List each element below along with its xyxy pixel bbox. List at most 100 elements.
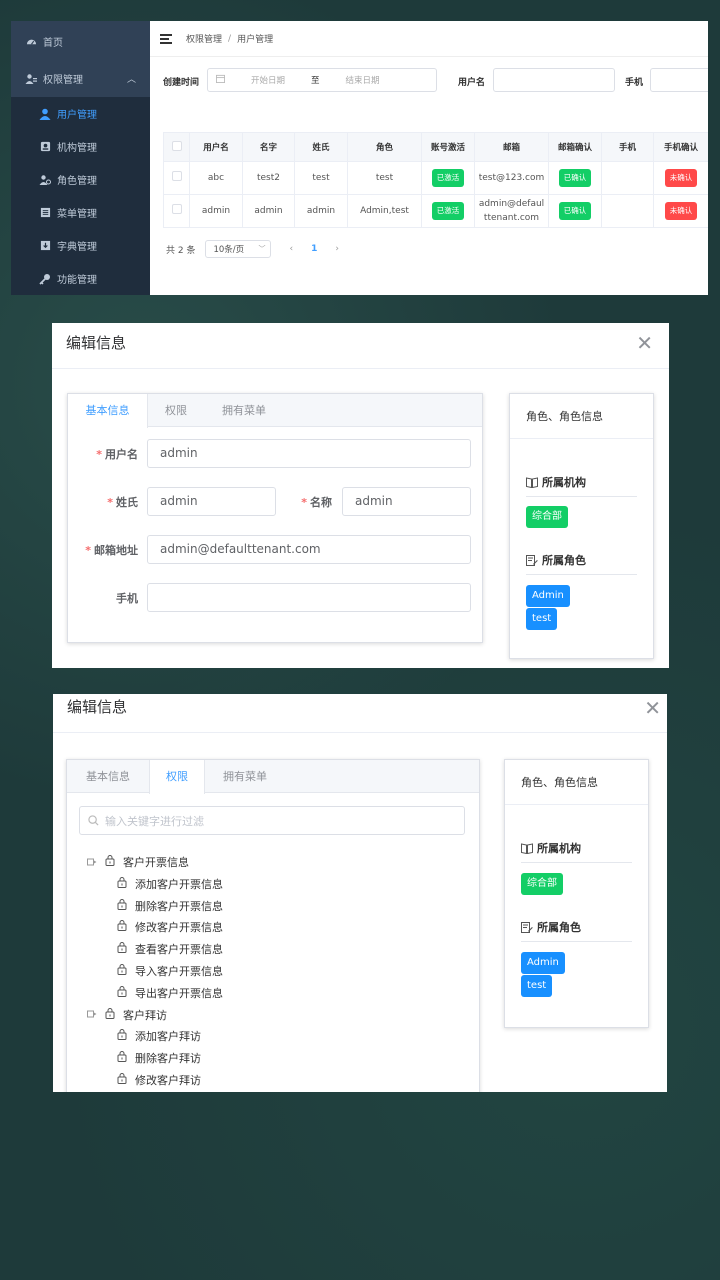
- chevron-up-icon: ︿: [126, 75, 136, 85]
- role-tag: Admin: [521, 952, 565, 974]
- role-section-header: 所属角色: [526, 552, 637, 575]
- column-header: 姓氏: [294, 132, 348, 162]
- email-line: ttenant.com: [483, 213, 540, 223]
- tree-leaf[interactable]: 修改客户拜访: [117, 1072, 201, 1088]
- breadcrumb-item[interactable]: 权限管理: [186, 32, 222, 45]
- org-icon: [39, 141, 51, 153]
- lock-icon: [105, 855, 119, 869]
- hamburger-icon[interactable]: [160, 33, 172, 44]
- select-all-checkbox[interactable]: [171, 140, 182, 151]
- dialog-title: 编辑信息: [66, 334, 127, 352]
- tab-basic-info[interactable]: 基本信息: [68, 394, 148, 428]
- users-icon: [25, 73, 37, 85]
- status-badge: 已确认: [558, 202, 592, 220]
- column-header: 用户名: [189, 132, 243, 162]
- org-section-header: 所属机构: [521, 840, 632, 863]
- tab-permission[interactable]: 权限: [148, 394, 204, 427]
- dialog-divider: [53, 732, 667, 733]
- expand-caret-icon[interactable]: [87, 856, 101, 869]
- cell-email: admin@defaul ttenant.com: [474, 194, 549, 228]
- cell-email-confirm: 已确认: [548, 194, 602, 228]
- sidebar-item-roles[interactable]: 角色管理: [11, 163, 150, 196]
- username-field[interactable]: admin: [147, 439, 471, 468]
- email-line: admin@defaul: [478, 199, 545, 209]
- tree-leaf[interactable]: 修改客户开票信息: [117, 919, 223, 935]
- edit-doc-icon: [526, 554, 538, 566]
- cell-active: 已激活: [421, 161, 475, 195]
- start-date-placeholder[interactable]: 开始日期: [251, 74, 285, 86]
- sidebar-item-label: 功能管理: [57, 275, 97, 286]
- tab-basic-info[interactable]: 基本信息: [67, 760, 149, 793]
- close-icon[interactable]: ✕: [644, 698, 661, 718]
- tab-bar: 基本信息 权限 拥有菜单: [67, 760, 479, 794]
- sidebar-item-label: 角色管理: [57, 176, 97, 187]
- edit-doc-icon: [521, 921, 533, 933]
- lock-icon: [117, 898, 131, 913]
- tab-menus[interactable]: 拥有菜单: [205, 760, 285, 793]
- search-icon: [88, 815, 99, 826]
- sidebar-item-users[interactable]: 用户管理: [11, 97, 150, 130]
- sidebar-group-permission[interactable]: 权限管理 ︿: [11, 62, 150, 95]
- org-tag: 综合部: [526, 506, 568, 528]
- tree-node[interactable]: 客户拜访: [87, 1007, 167, 1023]
- username-filter-input[interactable]: [493, 68, 615, 92]
- close-icon[interactable]: ✕: [636, 333, 653, 353]
- phone-filter-input[interactable]: [650, 68, 708, 92]
- status-badge: 已激活: [431, 169, 465, 187]
- permission-search-input[interactable]: 输入关键字进行过滤: [79, 806, 465, 835]
- search-placeholder: 输入关键字进行过滤: [105, 814, 204, 828]
- sidebar-item-label: 机构管理: [57, 143, 97, 154]
- tree-leaf-label: 添加客户拜访: [135, 1030, 201, 1044]
- tree-leaf[interactable]: 添加客户拜访: [117, 1028, 201, 1044]
- cell-first-name: admin: [242, 194, 295, 228]
- tree-leaf[interactable]: 导出客户开票信息: [117, 985, 223, 1001]
- row-checkbox[interactable]: [171, 170, 182, 181]
- lock-icon: [117, 942, 131, 956]
- page-size-select[interactable]: 10条/页 ﹀: [205, 240, 272, 258]
- prev-page-icon[interactable]: ‹: [289, 244, 293, 254]
- dialog-divider: [52, 368, 669, 369]
- lock-icon: [117, 876, 131, 891]
- current-page[interactable]: 1: [311, 244, 317, 254]
- sidebar-item-dict[interactable]: 字典管理: [11, 229, 150, 262]
- tree-leaf[interactable]: 删除客户拜访: [117, 1050, 201, 1066]
- tree-leaf[interactable]: 导入客户开票信息: [117, 963, 223, 979]
- sidebar-item-functions[interactable]: 功能管理: [11, 262, 150, 295]
- sidebar: 首页 权限管理 ︿ 用户管理 机构管理 角色管理 菜单管理 字典管理 功能管理: [11, 21, 150, 295]
- cell-last-name: test: [294, 161, 348, 195]
- tree-leaf[interactable]: 添加客户开票信息: [117, 876, 223, 892]
- table-row[interactable]: admin admin admin Admin,test 已激活 admin@d…: [163, 194, 708, 228]
- date-range-picker[interactable]: 开始日期 至 结束日期: [207, 68, 437, 92]
- cell-phone-confirm: 未确认: [653, 194, 708, 228]
- tree-leaf[interactable]: 删除客户开票信息: [117, 898, 223, 914]
- tab-menus[interactable]: 拥有菜单: [204, 394, 284, 427]
- username-label: * 用户名: [96, 448, 138, 461]
- page-size-value: 10条/页: [213, 245, 245, 255]
- chevron-down-icon: ﹀: [258, 245, 266, 253]
- name-field[interactable]: admin: [342, 487, 471, 516]
- row-checkbox[interactable]: [171, 203, 182, 214]
- cell-role: test: [347, 161, 422, 195]
- next-page-icon[interactable]: ›: [335, 244, 339, 254]
- end-date-placeholder[interactable]: 结束日期: [346, 74, 380, 86]
- select-all-checkbox-cell[interactable]: [163, 132, 190, 162]
- role-tag: test: [521, 975, 553, 997]
- row-checkbox-cell[interactable]: [163, 161, 190, 195]
- sidebar-item-home[interactable]: 首页: [11, 25, 150, 58]
- sidebar-item-org[interactable]: 机构管理: [11, 130, 150, 163]
- surname-field[interactable]: admin: [147, 487, 276, 516]
- tab-permission[interactable]: 权限: [149, 760, 205, 794]
- tree-leaf-label: 添加客户开票信息: [135, 877, 223, 891]
- lock-icon: [117, 1073, 131, 1087]
- row-checkbox-cell[interactable]: [163, 194, 190, 228]
- tree-node[interactable]: 客户开票信息: [87, 854, 189, 870]
- sidebar-item-menus[interactable]: 菜单管理: [11, 196, 150, 229]
- table-row[interactable]: abc test2 test test 已激活 test@123.com 已确认…: [163, 161, 708, 195]
- expand-caret-icon[interactable]: [87, 1008, 101, 1021]
- range-separator: 至: [311, 76, 320, 86]
- tree-leaf[interactable]: 查看客户开票信息: [117, 941, 223, 957]
- users-table: 用户名 名字 姓氏 角色 账号激活 邮箱 邮箱确认 手机 手机确认 abc te…: [163, 132, 708, 228]
- phone-field[interactable]: [147, 583, 471, 612]
- cell-phone-confirm: 未确认: [653, 161, 708, 195]
- email-field[interactable]: admin@defaulttenant.com: [147, 535, 471, 564]
